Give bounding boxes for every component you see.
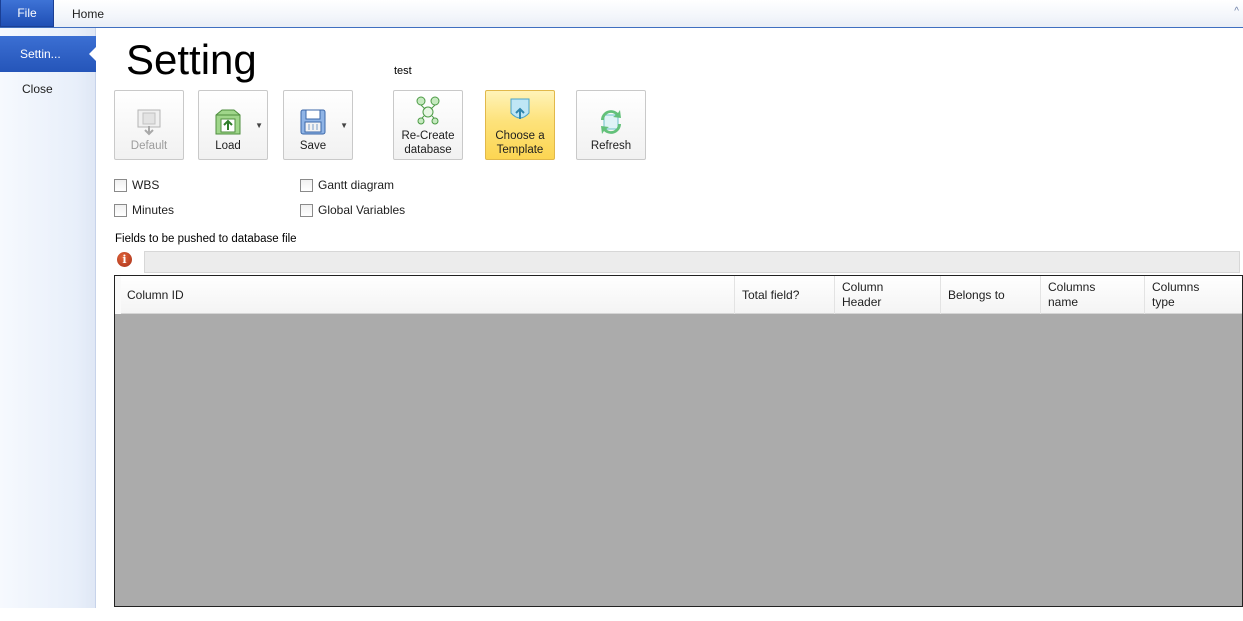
global-variables-checkbox[interactable]: Global Variables [300,203,405,217]
col-label: Columns name [1048,280,1095,310]
col-label: Column ID [127,287,184,302]
save-dropdown-arrow-icon[interactable]: ▼ [340,121,348,130]
recreate-database-icon [416,96,440,125]
fields-section-label: Fields to be pushed to database file [115,233,297,245]
save-icon [300,109,326,135]
save-button-label: Save [299,140,327,152]
wbs-checkbox[interactable]: WBS [114,178,159,192]
checkbox-box[interactable] [114,178,127,192]
recreate-line1: Re-Create [401,130,455,142]
recreate-database-button[interactable]: Re-Create database [393,90,463,160]
ribbon-collapse-icon[interactable]: ^ [1234,6,1239,17]
save-button[interactable]: Save ▼ [283,90,353,160]
sidebar-item-close[interactable]: Close [22,82,53,96]
grid-header-row: Column ID Total field? Column Header Belo… [115,276,1242,314]
info-message-bar [144,251,1240,273]
tab-file[interactable]: File [0,0,54,27]
col-header-belongs-to[interactable]: Belongs to [940,276,1040,314]
minutes-label: Minutes [132,203,175,217]
checkbox-box[interactable] [114,203,127,217]
refresh-button-label: Refresh [590,140,632,152]
global-variables-label: Global Variables [318,203,406,217]
selected-notch-icon [89,46,97,62]
template-line1: Choose a [495,130,545,142]
page-title: Setting [126,36,257,83]
load-button-label: Load [215,140,241,152]
col-header-columns-type[interactable]: Columns type [1144,276,1242,314]
load-dropdown-arrow-icon[interactable]: ▼ [255,121,263,130]
checkbox-box[interactable] [300,178,313,192]
col-label: Columns type [1152,280,1199,310]
col-label-line2: name [1048,295,1079,309]
col-label-line1: Columns [1152,280,1200,294]
col-label: Column Header [842,280,883,310]
default-button[interactable]: Default [114,90,184,160]
refresh-button[interactable]: Refresh [576,90,646,160]
recreate-line2: database [404,144,452,156]
template-line2: Template [496,144,544,156]
info-icon: i [117,252,132,267]
col-label: Belongs to [948,287,1005,302]
ribbon-tab-strip: File Home ^ [0,0,1243,28]
refresh-icon [601,110,621,134]
load-button[interactable]: Load ▼ [198,90,268,160]
col-header-total-field[interactable]: Total field? [734,276,833,314]
default-button-label: Default [130,140,168,152]
group-label: test [394,65,412,77]
choose-template-button[interactable]: Choose a Template [485,90,555,160]
wbs-label: WBS [132,178,160,192]
gantt-diagram-checkbox[interactable]: Gantt diagram [300,178,394,192]
choose-template-label: Choose a Template [495,129,544,157]
load-icon [215,109,241,135]
col-label-line2: Header [842,295,882,309]
col-header-column-header[interactable]: Column Header [834,276,940,314]
recreate-database-label: Re-Create database [401,129,454,157]
gantt-label: Gantt diagram [318,178,395,192]
sidebar-item-label: Settin... [20,47,61,61]
col-label-line1: Columns [1048,280,1096,294]
col-label-line1: Column [842,280,884,294]
col-label-line2: type [1152,295,1175,309]
checkbox-box[interactable] [300,203,313,217]
col-label: Total field? [742,287,800,302]
backstage-sidebar: Settin... Close [0,28,97,608]
tab-home[interactable]: Home [72,7,104,21]
minutes-checkbox[interactable]: Minutes [114,203,174,217]
default-icon [137,109,161,136]
col-header-columns-name[interactable]: Columns name [1040,276,1144,314]
fields-grid[interactable]: Column ID Total field? Column Header Belo… [114,275,1243,607]
sidebar-item-setting[interactable]: Settin... [0,36,97,72]
template-icon [510,98,530,119]
